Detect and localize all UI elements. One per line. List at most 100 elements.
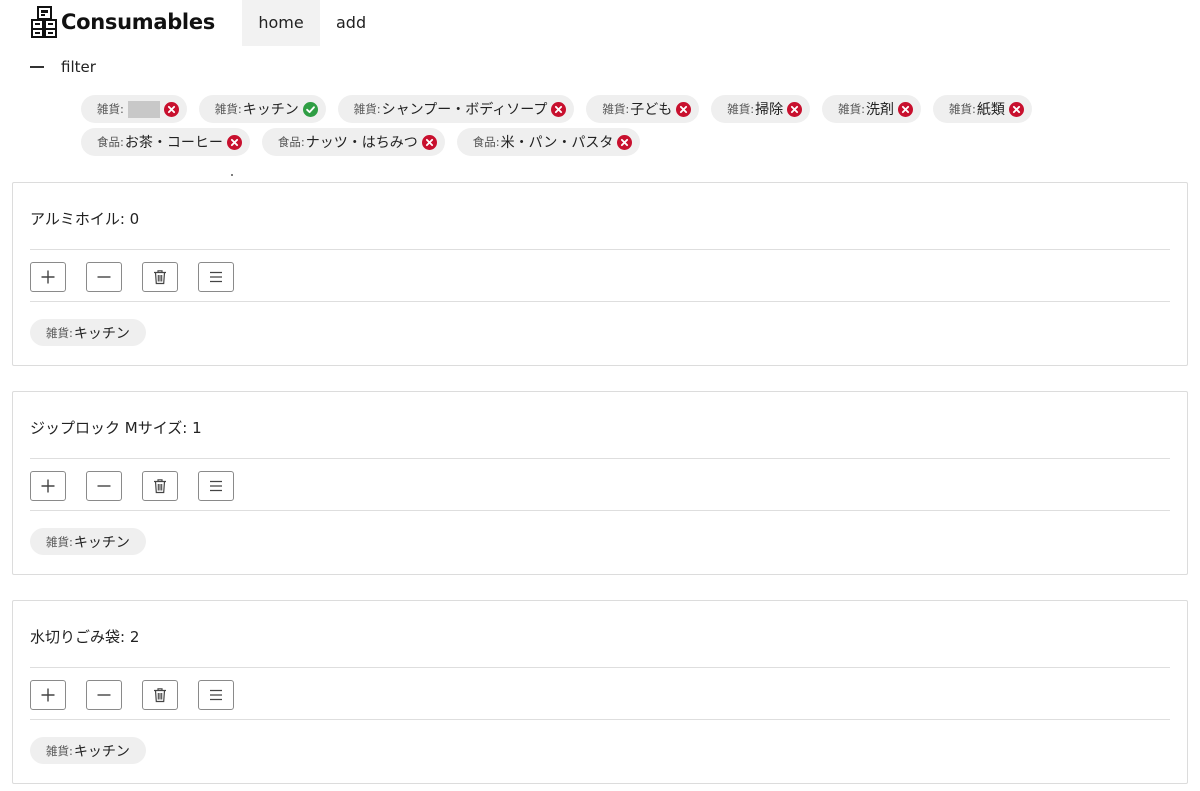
- plus-icon: [40, 478, 56, 494]
- brand[interactable]: Consumables: [30, 4, 215, 40]
- tag-name: キッチン: [73, 325, 130, 342]
- delete-button[interactable]: [142, 262, 178, 292]
- trash-icon: [153, 687, 167, 703]
- excluded-x-icon[interactable]: [898, 101, 914, 117]
- chip-category: 雑貨:: [949, 102, 976, 116]
- excluded-x-icon[interactable]: [676, 101, 692, 117]
- filter-chip[interactable]: 雑貨: 紙類: [933, 95, 1032, 123]
- divider: [30, 458, 1170, 459]
- excluded-x-icon[interactable]: [617, 134, 633, 150]
- main-nav: home add: [242, 0, 380, 46]
- filter-chip[interactable]: 食品: ナッツ・はちみつ: [261, 128, 445, 156]
- plus-icon: [40, 269, 56, 285]
- tag-category: 雑貨:: [46, 743, 73, 758]
- decrement-button[interactable]: [86, 680, 122, 710]
- item-title: 水切りごみ袋: 2: [30, 628, 140, 646]
- box-stack-icon: [30, 6, 58, 38]
- chip-category: 雑貨:: [838, 102, 866, 116]
- nav-home[interactable]: home: [242, 0, 320, 46]
- tag-name: キッチン: [73, 743, 130, 760]
- divider: [30, 510, 1170, 511]
- item-tag[interactable]: 雑貨: キッチン: [30, 737, 146, 764]
- excluded-x-icon[interactable]: [421, 134, 437, 150]
- delete-button[interactable]: [142, 471, 178, 501]
- increment-button[interactable]: [30, 262, 66, 292]
- chip-name: ナッツ・はちみつ: [305, 135, 418, 151]
- excluded-x-icon[interactable]: [1008, 101, 1024, 117]
- chip-name: 米・パン・パスタ: [500, 135, 614, 151]
- filter-chip[interactable]: 食品: お茶・コーヒー: [81, 128, 250, 156]
- filter-chip[interactable]: 雑貨: シャンプー・ボディソープ: [337, 95, 575, 123]
- tag-name: キッチン: [73, 534, 130, 551]
- included-check-icon[interactable]: [302, 101, 318, 117]
- divider: [30, 667, 1170, 668]
- chip-name: 子ども: [630, 102, 673, 118]
- filter-chip[interactable]: 雑貨: 掃除: [711, 95, 811, 123]
- minus-icon: [30, 66, 44, 68]
- app-header: Consumables home add: [0, 0, 1200, 46]
- chip-category: 食品:: [277, 135, 305, 149]
- minus-icon: [96, 687, 112, 703]
- chip-name: シャンプー・ボディソープ: [381, 102, 548, 118]
- filter-chip[interactable]: 雑貨: キッチン: [198, 95, 326, 123]
- item-title: アルミホイル: 0: [30, 210, 140, 228]
- item-tag[interactable]: 雑貨: キッチン: [30, 528, 146, 555]
- excluded-x-icon[interactable]: [787, 101, 803, 117]
- chip-name: 洗剤: [866, 102, 895, 118]
- minus-icon: [96, 269, 112, 285]
- chip-category: 雑貨:: [727, 102, 755, 116]
- chip-row: 食品: お茶・コーヒー 食品: ナッツ・はちみつ 食品: 米・パン・パスタ: [81, 128, 1161, 156]
- menu-icon: [208, 270, 224, 284]
- filter-chip[interactable]: 雑貨:: [81, 95, 187, 123]
- item-actions: [30, 680, 254, 710]
- separator-dot: [231, 174, 233, 176]
- chip-category: 食品:: [97, 135, 124, 149]
- chip-name: 紙類: [976, 102, 1005, 118]
- divider: [30, 719, 1170, 720]
- nav-add[interactable]: add: [320, 0, 380, 46]
- divider: [30, 249, 1170, 250]
- menu-button[interactable]: [198, 262, 234, 292]
- chip-category: 食品:: [472, 135, 500, 149]
- item-actions: [30, 471, 254, 501]
- decrement-button[interactable]: [86, 262, 122, 292]
- chip-name: キッチン: [242, 102, 299, 118]
- item-card: 水切りごみ袋: 2 雑貨: キッチン: [12, 600, 1188, 784]
- filter-label: filter: [61, 58, 96, 76]
- chip-category: 雑貨:: [602, 102, 630, 116]
- filter-chip[interactable]: 雑貨: 洗剤: [822, 95, 922, 123]
- delete-button[interactable]: [142, 680, 178, 710]
- redacted-label: [127, 100, 160, 118]
- item-tag[interactable]: 雑貨: キッチン: [30, 319, 146, 346]
- app-title: Consumables: [61, 10, 215, 34]
- trash-icon: [153, 269, 167, 285]
- excluded-x-icon[interactable]: [551, 101, 567, 117]
- chip-name: お茶・コーヒー: [124, 135, 223, 151]
- filter-toggle[interactable]: filter: [30, 56, 96, 78]
- chip-row: 雑貨: 雑貨: キッチン 雑貨: シャンプー・ボディソープ 雑貨: 子ども 雑貨…: [81, 95, 1161, 123]
- chip-category: 雑貨:: [353, 102, 381, 116]
- increment-button[interactable]: [30, 471, 66, 501]
- filter-chip[interactable]: 食品: 米・パン・パスタ: [456, 128, 641, 156]
- trash-icon: [153, 478, 167, 494]
- minus-icon: [96, 478, 112, 494]
- decrement-button[interactable]: [86, 471, 122, 501]
- chip-category: 雑貨:: [214, 102, 242, 116]
- filter-chip[interactable]: 雑貨: 子ども: [586, 95, 700, 123]
- item-title: ジップロック Mサイズ: 1: [30, 419, 202, 437]
- chip-name: 掃除: [755, 102, 784, 118]
- menu-icon: [208, 479, 224, 493]
- excluded-x-icon[interactable]: [226, 134, 242, 150]
- increment-button[interactable]: [30, 680, 66, 710]
- item-actions: [30, 262, 254, 292]
- item-card: ジップロック Mサイズ: 1 雑貨: キッチン: [12, 391, 1188, 575]
- menu-button[interactable]: [198, 680, 234, 710]
- menu-button[interactable]: [198, 471, 234, 501]
- excluded-x-icon[interactable]: [163, 101, 179, 117]
- menu-icon: [208, 688, 224, 702]
- divider: [30, 301, 1170, 302]
- filter-chips: 雑貨: 雑貨: キッチン 雑貨: シャンプー・ボディソープ 雑貨: 子ども 雑貨…: [81, 95, 1161, 161]
- tag-category: 雑貨:: [46, 325, 73, 340]
- tag-category: 雑貨:: [46, 534, 73, 549]
- plus-icon: [40, 687, 56, 703]
